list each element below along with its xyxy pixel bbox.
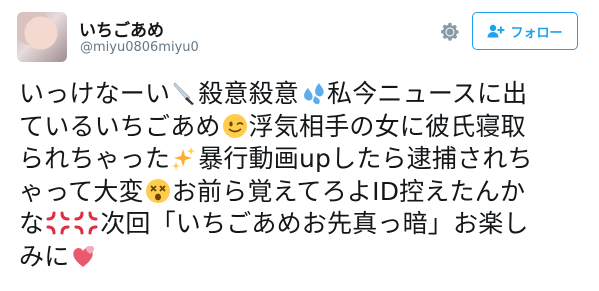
- sweat-droplets-emoji: [304, 83, 324, 105]
- dizzy-face-emoji: [145, 178, 170, 203]
- sparkles-emoji: [172, 147, 196, 171]
- tweet-text: いっけなーい 殺意殺意 私今ニュースに出 ているいちごあめ 浮気相手の女に彼氏寝…: [19, 78, 584, 274]
- add-user-icon: [487, 24, 505, 38]
- avatar[interactable]: [17, 12, 67, 62]
- display-name[interactable]: いちごあめ: [79, 16, 164, 41]
- follow-button[interactable]: フォロー: [472, 12, 578, 50]
- tweet-line: みに: [19, 241, 584, 274]
- knife-emoji: [173, 82, 195, 105]
- tweet-line: られちゃった 暴行動画upしたら逮捕されち: [19, 144, 533, 174]
- user-handle[interactable]: @miyu0806miyu0: [80, 40, 199, 55]
- winking-face-emoji: [222, 113, 247, 138]
- tweet-line: ているいちごあめ 浮気相手の女に彼氏寝取: [19, 111, 526, 141]
- gear-icon[interactable]: [439, 21, 461, 43]
- tweet-line: な 次回「いちごあめお先真っ暗」お楽し: [19, 209, 529, 239]
- two-hearts-emoji: [73, 245, 95, 267]
- follow-label: フォロー: [510, 25, 563, 41]
- tweet-line: ゃって大変 お前ら覚えてろよID控えたんか: [19, 176, 526, 206]
- anger-symbol-emoji: [46, 211, 70, 235]
- anger-symbol-emoji: [74, 211, 98, 235]
- tweet-line: いっけなーい 殺意殺意 私今ニュースに出: [19, 79, 528, 108]
